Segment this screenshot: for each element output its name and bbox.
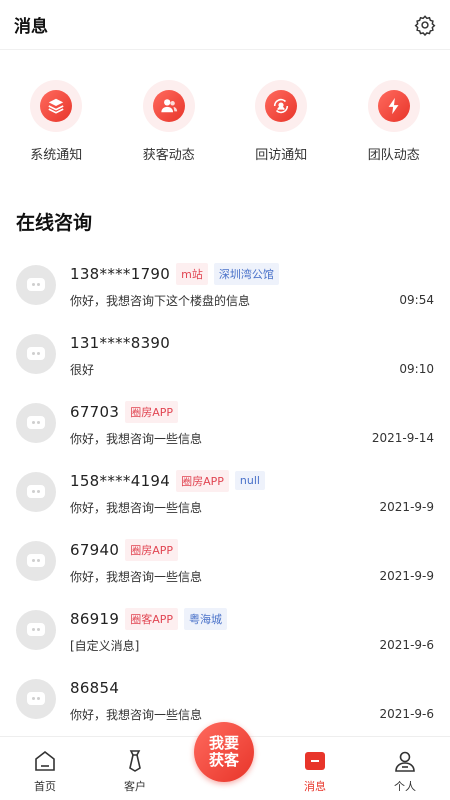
conversation-item[interactable]: 86919 圈客APP 粤海城 [自定义消息] 2021-9-6 (0, 595, 450, 664)
tab-label: 首页 (34, 780, 56, 793)
tab-label: 个人 (394, 780, 416, 793)
avatar (16, 540, 56, 581)
source-tag: 圈房APP (125, 400, 179, 423)
property-tag: 深圳湾公馆 (213, 262, 279, 285)
source-tag: 圈客APP (125, 607, 179, 630)
shortcut-revisit-notice[interactable]: 回访通知 (231, 80, 331, 220)
layers-icon (40, 90, 73, 122)
message-preview: 很好 (70, 362, 95, 377)
avatar (16, 402, 56, 443)
tab-messages[interactable]: 消息 (270, 737, 360, 800)
message-time: 2021-9-9 (379, 500, 434, 514)
message-preview: 你好，我想咨询一些信息 (70, 569, 203, 584)
message-time: 2021-9-6 (379, 638, 434, 652)
shortcut-label: 团队动态 (367, 148, 420, 163)
tab-profile[interactable]: 个人 (360, 737, 450, 800)
message-preview: 你好，我想咨询一些信息 (70, 431, 203, 446)
tab-label: 消息 (304, 780, 326, 793)
chat-bubble-icon (27, 416, 45, 429)
contact-name: 138****1790 (70, 264, 171, 283)
home-icon (32, 748, 58, 774)
conversation-item[interactable]: 67703 圈房APP 你好，我想咨询一些信息 2021-9-14 (0, 388, 450, 457)
source-tag: m站 (176, 262, 208, 285)
contact-name: 86854 (70, 678, 120, 697)
shortcut-team-activity[interactable]: 团队动态 (344, 80, 444, 220)
settings-gear-icon[interactable] (414, 14, 436, 36)
conversation-item[interactable]: 67940 圈房APP 你好，我想咨询一些信息 2021-9-9 (0, 526, 450, 595)
shortcut-customer-activity[interactable]: 获客动态 (119, 80, 219, 220)
message-preview: 你好，我想咨询一些信息 (70, 707, 203, 722)
tab-home[interactable]: 首页 (0, 737, 90, 800)
chat-bubble-icon (27, 278, 45, 291)
refresh-user-icon (265, 90, 298, 122)
contact-name: 67940 (70, 540, 120, 559)
message-time: 2021-9-6 (379, 707, 434, 721)
fab-label-line2: 获客 (208, 751, 239, 769)
tab-label: 客户 (124, 780, 146, 793)
fab-label-line1: 我要 (208, 734, 239, 752)
message-preview: 你好，我想咨询下这个楼盘的信息 (70, 293, 251, 308)
tab-clients[interactable]: 客户 (90, 737, 180, 800)
chat-bubble-icon (27, 347, 45, 360)
shortcut-label: 回访通知 (255, 148, 308, 163)
property-tag: 粤海城 (184, 607, 228, 630)
conversation-item[interactable]: 138****1790 m站 深圳湾公馆 你好，我想咨询下这个楼盘的信息 09:… (0, 250, 450, 319)
source-tag: 圈房APP (125, 538, 179, 561)
message-time: 09:10 (399, 362, 434, 376)
shortcut-label: 系统通知 (30, 148, 83, 163)
page-title: 消息 (14, 17, 48, 37)
contact-name: 86919 (70, 609, 120, 628)
conversation-item[interactable]: 158****4194 圈房APP null 你好，我想咨询一些信息 2021-… (0, 457, 450, 526)
message-preview: [自定义消息] (70, 638, 140, 653)
chat-bubble-icon (27, 485, 45, 498)
avatar (16, 333, 56, 374)
message-preview: 你好，我想咨询一些信息 (70, 500, 203, 515)
property-tag: null (234, 471, 265, 490)
chat-bubble-icon (27, 692, 45, 705)
avatar (16, 678, 56, 719)
section-title: 在线咨询 (16, 212, 93, 234)
get-customers-button[interactable]: 我要 获客 (194, 722, 254, 782)
contact-name: 67703 (70, 402, 120, 421)
avatar (16, 264, 56, 305)
tie-icon (122, 748, 148, 774)
message-time: 2021-9-9 (379, 569, 434, 583)
contact-name: 131****8390 (70, 333, 171, 352)
shortcut-grid: 系统通知 获客动态 回访通知 团队动态 (0, 50, 450, 220)
avatar (16, 609, 56, 650)
source-tag: 圈房APP (176, 469, 229, 492)
shortcut-system-notice[interactable]: 系统通知 (6, 80, 106, 220)
lightning-icon (377, 90, 410, 122)
top-bar: 消息 (0, 0, 450, 50)
users-icon (152, 90, 185, 122)
person-icon (392, 748, 418, 774)
conversation-item[interactable]: 131****8390 很好 09:10 (0, 319, 450, 388)
message-icon (302, 748, 328, 774)
chat-bubble-icon (27, 623, 45, 636)
chat-bubble-icon (27, 554, 45, 567)
avatar (16, 471, 56, 512)
contact-name: 158****4194 (70, 471, 171, 490)
conversation-list: 138****1790 m站 深圳湾公馆 你好，我想咨询下这个楼盘的信息 09:… (0, 250, 450, 736)
message-time: 09:54 (399, 293, 434, 307)
shortcut-label: 获客动态 (142, 148, 195, 163)
message-time: 2021-9-14 (371, 431, 434, 445)
